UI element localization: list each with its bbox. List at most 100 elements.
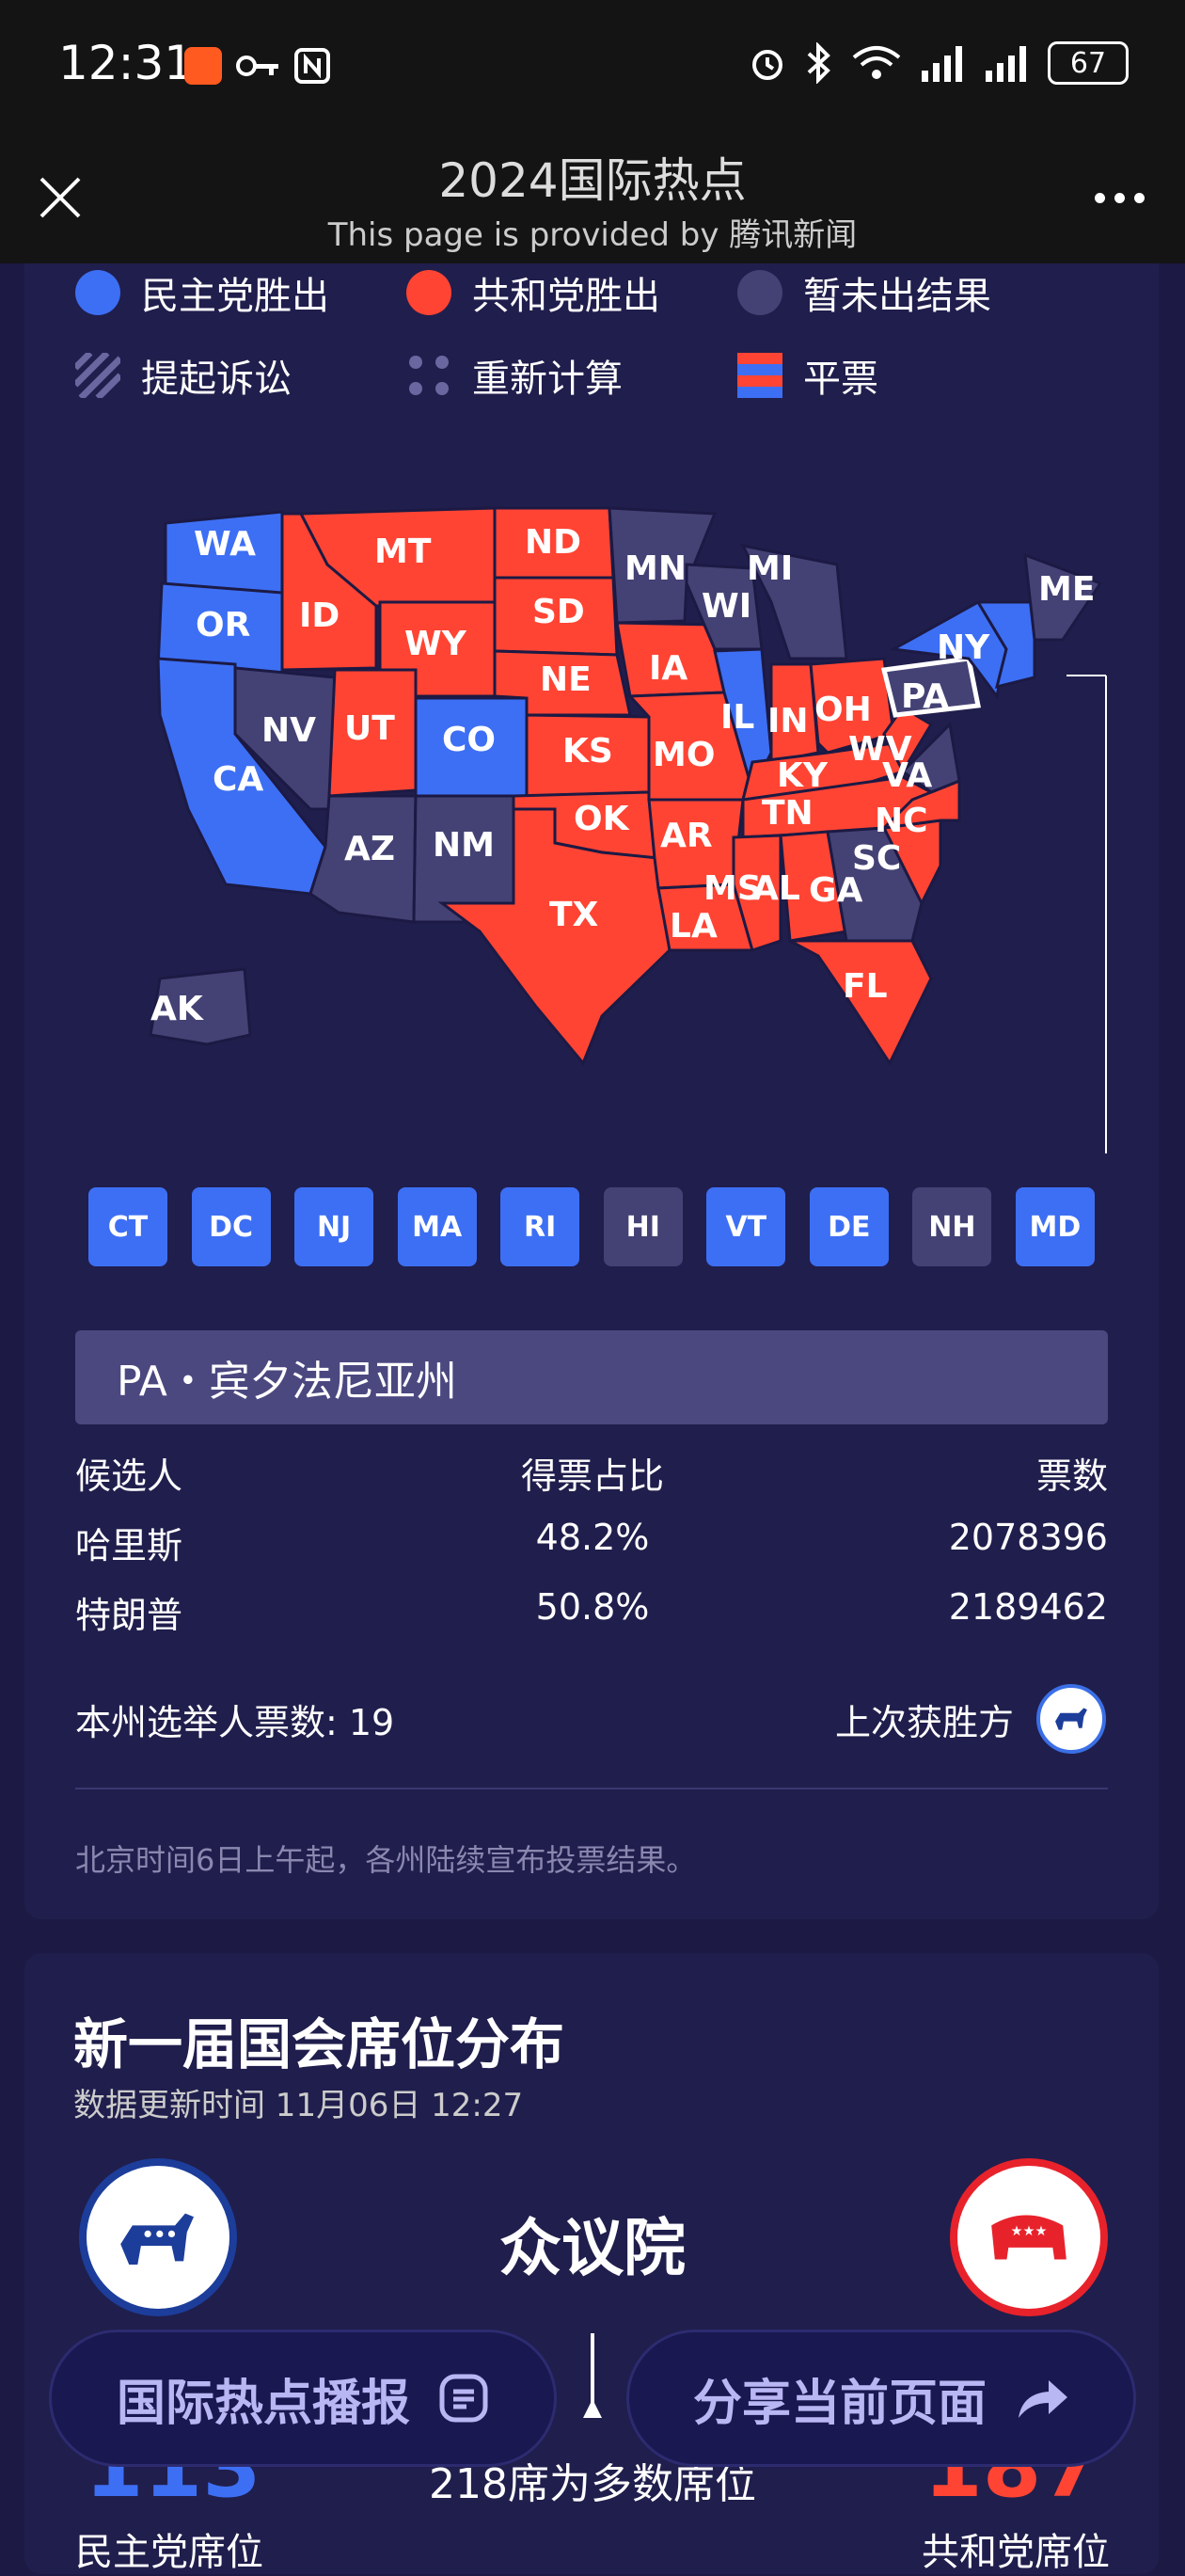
state-label-ne: NE [540,660,592,699]
state-label-ks: KS [562,732,613,771]
electoral-votes: 本州选举人票数: 19 [75,1702,395,1743]
state-label-wa: WA [194,525,256,564]
state-label-nd: ND [525,523,582,562]
status-bar: 12:31 67 [0,0,1185,132]
legend-label: 暂未出结果 [803,275,991,318]
battery-icon: 67 [1048,41,1129,85]
legend-label: 平票 [803,358,878,401]
state-chip-hi[interactable]: HI [603,1187,683,1266]
state-label-ak: AK [150,990,203,1028]
selected-state-title: PA・宾夕法尼亚州 [75,1330,1108,1424]
state-label-nv: NV [261,711,316,750]
legend-label: 民主党胜出 [141,275,329,318]
donkey-icon [1036,1684,1106,1754]
more-options-button[interactable] [1082,179,1157,216]
share-label: 分享当前页面 [692,2375,987,2432]
state-chip-vt[interactable]: VT [706,1187,786,1266]
state-label-la: LA [670,907,718,946]
state-chip-md[interactable]: MD [1015,1187,1095,1266]
divider [75,1788,1108,1789]
state-label-sd: SD [532,593,585,631]
state-chip-dc[interactable]: DC [191,1187,271,1266]
legend-pending: 暂未出结果 [737,265,991,320]
state-label-nc: NC [875,802,928,840]
page-title: 2024国际热点 [438,153,747,208]
alarm-icon [752,50,782,80]
state-label-ok: OK [574,800,629,838]
state-label-ut: UT [344,709,395,748]
legend-label: 共和党胜出 [472,275,660,318]
striped-icon [75,353,120,398]
legend-lawsuit: 提起诉讼 [75,348,292,403]
dem-seats-label: 民主党席位 [75,2531,263,2574]
state-chip-ma[interactable]: MA [397,1187,477,1266]
share-button[interactable]: 分享当前页面 [626,2330,1136,2467]
share-arrow-icon [1019,2380,1067,2418]
header-percent: 得票占比 [520,1455,664,1497]
status-time: 12:31 [58,36,195,90]
state-label-tn: TN [762,794,814,833]
rep-dot-icon [406,270,451,315]
dots-icon [409,356,449,395]
state-label-mo: MO [653,736,716,774]
list-icon [439,2374,488,2423]
dem-dot-icon [75,270,120,315]
status-left-icons [184,47,331,85]
state-label-ky: KY [777,756,828,795]
candidate-percent: 50.8% [535,1586,650,1628]
state-label-or: OR [196,606,251,644]
state-label-il: IL [720,698,755,737]
congress-title: 新一届国会席位分布 [73,2012,565,2076]
results-note: 北京时间6日上午起，各州陆续宣布投票结果。 [75,1842,697,1878]
state-label-in: IN [767,702,809,740]
rep-seats-label: 共和党席位 [922,2531,1110,2574]
state-label-tx: TX [549,896,599,934]
congress-updated: 数据更新时间 11月06日 12:27 [73,2087,524,2124]
signal-icon-2 [986,46,1026,82]
state-label-wy: WY [404,625,466,663]
state-chip-de[interactable]: DE [809,1187,889,1266]
title-bar: 2024国际热点 This page is provided by 腾讯新闻 [0,132,1185,263]
app-notification-icon [184,47,222,85]
legend-label: 重新计算 [472,358,623,401]
republican-elephant-icon: ★★★ [950,2158,1108,2316]
nfc-icon [294,48,330,84]
svg-text:★★★: ★★★ [1011,2224,1048,2239]
bluetooth-icon [807,42,830,84]
page-subtitle: This page is provided by 腾讯新闻 [327,216,858,254]
header-candidate: 候选人 [75,1455,183,1497]
legend-tie: 平票 [737,348,878,403]
state-label-wi: WI [702,587,752,626]
candidate-name: 哈里斯 [75,1525,183,1566]
small-state-chips: CT DC NJ MA RI HI VT DE NH MD [88,1187,1095,1266]
state-chip-ri[interactable]: RI [500,1187,580,1266]
broadcast-button[interactable]: 国际热点播报 [49,2330,557,2467]
state-chip-ct[interactable]: CT [88,1187,167,1266]
status-right-icons: 67 [747,41,1129,85]
legend-dem: 民主党胜出 [75,265,329,320]
state-label-sc: SC [852,839,902,878]
legend-recount: 重新计算 [406,348,623,403]
state-label-fl: FL [843,967,888,1006]
balance-indicator-icon [583,2333,602,2418]
candidate-votes: 2078396 [948,1517,1108,1558]
state-label-ia: IA [649,649,688,688]
candidate-percent: 48.2% [535,1517,650,1558]
legend-rep: 共和党胜出 [406,265,660,320]
state-chip-nh[interactable]: NH [912,1187,992,1266]
key-icon [236,56,278,76]
state-label-oh: OH [814,691,872,729]
candidate-votes: 2189462 [948,1586,1108,1628]
state-label-wv: WV [848,730,912,769]
state-label-ar: AR [660,817,713,855]
state-label-ca: CA [213,760,264,799]
state-label-co: CO [442,721,497,759]
state-label-mi: MI [747,549,794,588]
state-label-id: ID [299,596,340,635]
last-winner-label: 上次获胜方 [834,1702,1014,1743]
state-label-me: ME [1038,570,1096,609]
state-label-mt: MT [374,533,432,571]
signal-icon [922,46,962,82]
state-chip-nj[interactable]: NJ [294,1187,374,1266]
wifi-icon [852,46,901,79]
